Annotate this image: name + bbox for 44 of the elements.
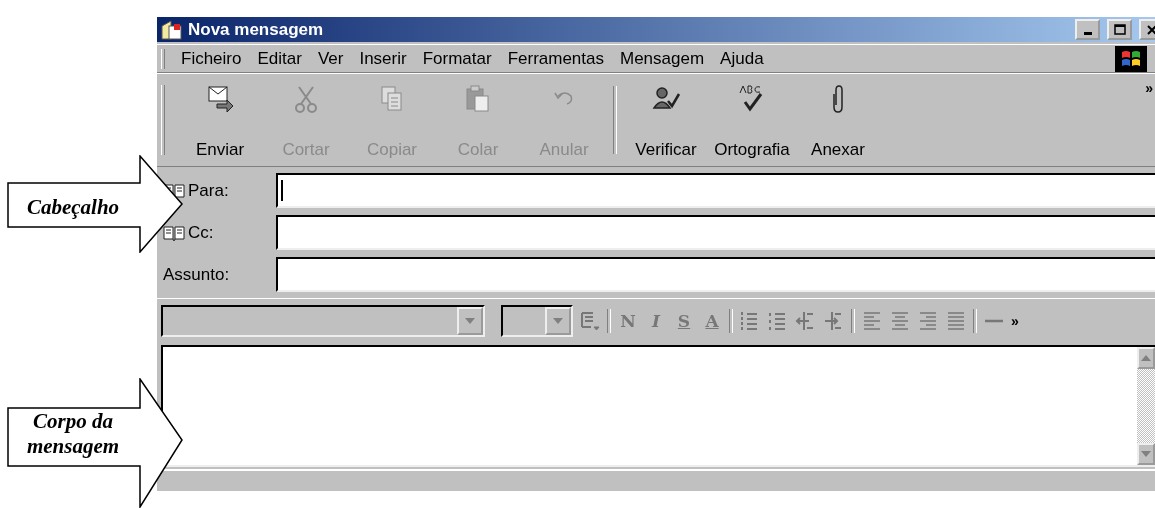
align-right-icon[interactable]	[917, 310, 939, 332]
field-label: Cc:	[188, 222, 214, 243]
toolbar-button[interactable]: Ortografia	[709, 74, 795, 166]
menu-item[interactable]: Ferramentas	[503, 48, 616, 69]
callout-label: Cabeçalho	[25, 195, 121, 220]
align-center-icon[interactable]	[889, 310, 911, 332]
menu-item[interactable]: Editar	[253, 48, 314, 69]
down-arrow-icon	[1141, 451, 1151, 457]
toolbar-button[interactable]: Verificar	[623, 74, 709, 166]
minimize-icon	[1083, 32, 1092, 35]
envelope-icon	[160, 19, 182, 40]
menu-item[interactable]: Formatar	[418, 48, 504, 69]
up-arrow-icon	[1141, 355, 1151, 361]
scroll-down-button[interactable]	[1137, 443, 1155, 465]
callout-label: Corpo da mensagem	[25, 409, 121, 459]
maximize-icon	[1113, 23, 1126, 36]
input-field[interactable]	[276, 215, 1155, 250]
justify-icon[interactable]	[945, 310, 967, 332]
message-body-field[interactable]	[161, 345, 1155, 467]
input-field[interactable]	[276, 257, 1155, 292]
menu-item[interactable]: Ajuda	[716, 48, 776, 69]
minimize-button[interactable]	[1075, 19, 1100, 40]
more-button[interactable]: »	[1011, 313, 1019, 329]
menu-item[interactable]: Ficheiro	[177, 48, 254, 69]
address-book-icon[interactable]	[163, 224, 185, 241]
dropdown-arrow-icon	[464, 317, 476, 325]
menu-item[interactable]: Inserir	[355, 48, 419, 69]
field-label: Assunto:	[163, 264, 230, 285]
scroll-up-button[interactable]	[1137, 347, 1155, 369]
close-icon	[1145, 23, 1155, 36]
window-title: Nova mensagem	[188, 19, 325, 40]
align-left-icon[interactable]	[861, 310, 883, 332]
windows-logo-icon	[1115, 45, 1147, 72]
paragraph-style-icon[interactable]	[579, 310, 601, 332]
envelope-icon	[205, 84, 235, 114]
toolbar-button[interactable]: Enviar	[177, 74, 263, 166]
maximize-button[interactable]	[1107, 19, 1132, 40]
menu-item[interactable]: Ver	[313, 48, 356, 69]
more-button[interactable]: »	[1145, 80, 1153, 96]
toolbar-button[interactable]: Anexar	[795, 74, 881, 166]
input-field[interactable]	[276, 173, 1155, 208]
menu-item[interactable]: Mensagem	[616, 48, 717, 69]
field-label: Para:	[188, 180, 229, 201]
dropdown-arrow-icon	[552, 317, 564, 325]
